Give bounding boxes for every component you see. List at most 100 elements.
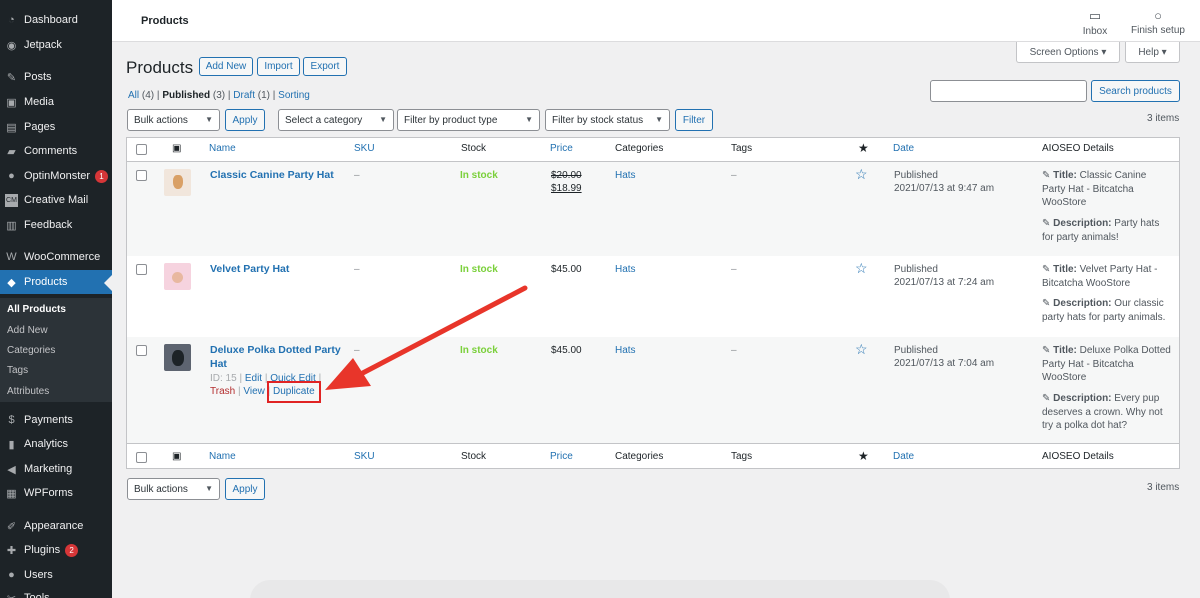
top-header: Products ▭ Inbox ○ Finish setup <box>112 0 1200 42</box>
sidebar-item-dashboard[interactable]: ◔ Dashboard <box>0 8 112 32</box>
pencil-icon[interactable]: ✎ <box>1042 345 1050 356</box>
sidebar-item-appearance[interactable]: ✐ Appearance <box>0 514 112 538</box>
submenu-attributes[interactable]: Attributes <box>7 386 49 397</box>
sidebar-item-marketing[interactable]: ◀ Marketing <box>0 457 112 481</box>
sidebar-item-woocommerce[interactable]: W WooCommerce <box>0 245 112 269</box>
sidebar-item-media[interactable]: ▣ Media <box>0 90 112 114</box>
product-thumbnail[interactable] <box>164 263 191 290</box>
column-name[interactable]: Name <box>209 451 236 462</box>
add-new-button[interactable]: Add New <box>199 57 253 76</box>
filter-sorting-link[interactable]: Sorting <box>278 90 310 101</box>
separator: | <box>272 90 276 101</box>
pencil-icon[interactable]: ✎ <box>1042 393 1050 404</box>
price-value: $45.00 <box>551 264 582 275</box>
search-products-button[interactable]: Search products <box>1091 80 1180 102</box>
column-name[interactable]: Name <box>209 143 236 154</box>
sidebar-item-label: Posts <box>24 71 52 83</box>
finish-setup-label: Finish setup <box>1131 25 1185 36</box>
export-button[interactable]: Export <box>303 57 347 76</box>
help-button[interactable]: Help ▾ <box>1125 42 1180 63</box>
select-all-checkbox[interactable] <box>136 452 147 463</box>
bulk-actions-value: Bulk actions <box>134 483 188 495</box>
category-link[interactable]: Hats <box>615 169 636 183</box>
import-button[interactable]: Import <box>257 57 300 76</box>
column-sku[interactable]: SKU <box>354 143 375 154</box>
aioseo-title: ✎ Title: Velvet Party Hat - Bitcatcha Wo… <box>1042 263 1172 290</box>
column-aioseo: AIOSEO Details <box>1042 143 1114 154</box>
column-price[interactable]: Price <box>550 451 573 462</box>
view-link[interactable]: View <box>243 386 265 397</box>
sidebar-item-users[interactable]: ● Users <box>0 563 112 587</box>
trash-link[interactable]: Trash <box>210 386 235 397</box>
filter-button[interactable]: Filter <box>675 109 713 131</box>
sidebar-item-posts[interactable]: ✎ Posts <box>0 65 112 89</box>
inbox-button[interactable]: ▭ Inbox <box>1080 8 1110 37</box>
sidebar-item-analytics[interactable]: ▮ Analytics <box>0 432 112 456</box>
table-footer-row: ▣ Name SKU Stock Price Categories Tags ★… <box>127 445 1179 469</box>
category-link[interactable]: Hats <box>615 344 636 358</box>
pencil-icon[interactable]: ✎ <box>1042 218 1050 229</box>
price-regular: $20.00 <box>551 170 582 181</box>
sidebar-item-tools[interactable]: ✂ Tools <box>0 586 112 598</box>
product-thumbnail[interactable] <box>164 344 191 371</box>
header-title: Products <box>141 15 189 27</box>
filter-all-link[interactable]: All <box>128 90 139 101</box>
pencil-icon[interactable]: ✎ <box>1042 298 1050 309</box>
apply-button-bottom[interactable]: Apply <box>225 478 265 500</box>
aioseo-title-label: Title: <box>1053 345 1077 356</box>
sidebar-item-plugins[interactable]: ✚ Plugins 2 <box>0 538 112 562</box>
column-date[interactable]: Date <box>893 451 914 462</box>
product-name-link[interactable]: Classic Canine Party Hat <box>210 169 334 183</box>
sidebar-item-creative-mail[interactable]: CM Creative Mail <box>0 188 112 212</box>
admin-sidebar: ◔ Dashboard ◉ Jetpack ✎ Posts ▣ Media ▤ Pages ▰ Com… <box>0 0 112 598</box>
featured-star-icon[interactable]: ☆ <box>855 260 868 277</box>
apply-button[interactable]: Apply <box>225 109 265 131</box>
screen-options-button[interactable]: Screen Options ▾ <box>1016 42 1120 63</box>
sidebar-item-optinmonster[interactable]: ● OptinMonster 1 <box>0 164 112 188</box>
product-name-line2: Hat <box>210 357 227 370</box>
select-all-checkbox[interactable] <box>136 144 147 155</box>
sidebar-item-comments[interactable]: ▰ Comments <box>0 139 112 163</box>
filter-draft-link[interactable]: Draft <box>233 90 255 101</box>
sidebar-item-products[interactable]: ◆ Products <box>0 270 112 294</box>
finish-setup-button[interactable]: ○ Finish setup <box>1128 8 1188 36</box>
featured-star-icon[interactable]: ☆ <box>855 341 868 358</box>
stock-status: In stock <box>460 264 498 275</box>
product-name-link[interactable]: Velvet Party Hat <box>210 263 289 277</box>
bulk-actions-select-bottom[interactable]: Bulk actions ▼ <box>127 478 220 500</box>
column-sku[interactable]: SKU <box>354 451 375 462</box>
product-thumbnail[interactable] <box>164 169 191 196</box>
sidebar-item-jetpack[interactable]: ◉ Jetpack <box>0 33 112 57</box>
row-checkbox[interactable] <box>136 170 147 181</box>
column-date[interactable]: Date <box>893 143 914 154</box>
pages-icon: ▤ <box>6 121 17 134</box>
products-table: ▣ Name SKU Stock Price Categories Tags ★… <box>126 137 1180 469</box>
row-checkbox[interactable] <box>136 345 147 356</box>
page-title: Products <box>126 58 194 77</box>
product-type-select[interactable]: Filter by product type ▼ <box>397 109 540 131</box>
category-select[interactable]: Select a category ▼ <box>278 109 394 131</box>
sidebar-item-pages[interactable]: ▤ Pages <box>0 115 112 139</box>
footer-shadow <box>250 580 950 598</box>
sidebar-item-wpforms[interactable]: ▦ WPForms <box>0 481 112 505</box>
column-price[interactable]: Price <box>550 143 573 154</box>
stock-status-select[interactable]: Filter by stock status ▼ <box>545 109 670 131</box>
submenu-all-products[interactable]: All Products <box>7 304 66 315</box>
wpforms-icon: ▦ <box>6 487 17 500</box>
pencil-icon[interactable]: ✎ <box>1042 170 1050 181</box>
search-input[interactable] <box>930 80 1087 102</box>
featured-column-star-icon[interactable]: ★ <box>858 141 869 155</box>
filter-published-link[interactable]: Published <box>162 90 210 101</box>
featured-column-star-icon[interactable]: ★ <box>858 449 869 463</box>
edit-link[interactable]: Edit <box>245 373 262 384</box>
bulk-actions-select[interactable]: Bulk actions ▼ <box>127 109 220 131</box>
row-checkbox[interactable] <box>136 264 147 275</box>
submenu-tags[interactable]: Tags <box>7 365 28 376</box>
sidebar-item-payments[interactable]: $ Payments <box>0 408 112 432</box>
featured-star-icon[interactable]: ☆ <box>855 166 868 183</box>
pencil-icon[interactable]: ✎ <box>1042 264 1050 275</box>
submenu-categories[interactable]: Categories <box>7 345 55 356</box>
submenu-add-new[interactable]: Add New <box>7 325 48 336</box>
sidebar-item-feedback[interactable]: ▥ Feedback <box>0 213 112 237</box>
category-link[interactable]: Hats <box>615 263 636 277</box>
